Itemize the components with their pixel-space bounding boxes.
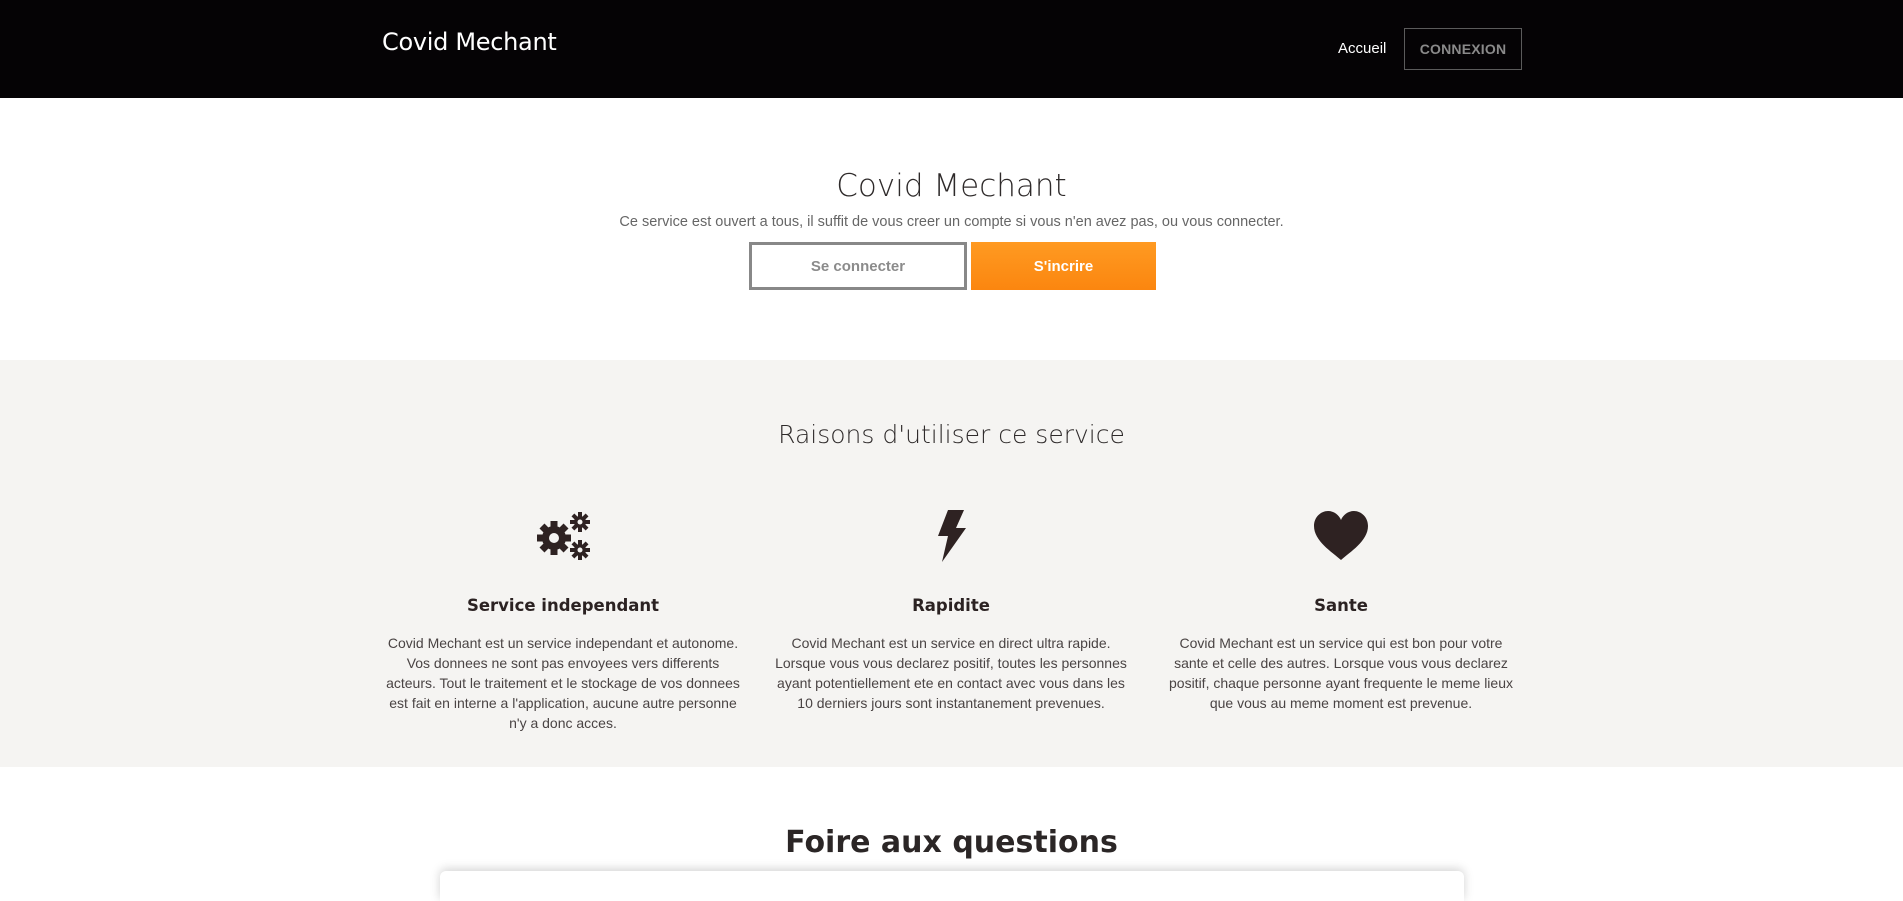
- brand-logo-text[interactable]: Covid Mechant: [382, 28, 557, 56]
- faq-panel: [440, 871, 1464, 901]
- feature-text-sante: Covid Mechant est un service qui est bon…: [1169, 635, 1513, 711]
- feature-title-sante: Sante: [1314, 596, 1368, 615]
- feature-text-independant: Covid Mechant est un service independant…: [386, 635, 740, 731]
- se-connecter-button[interactable]: Se connecter: [749, 242, 967, 290]
- connexion-button[interactable]: CONNEXION: [1404, 28, 1522, 70]
- hero-subtitle: Ce service est ouvert a tous, il suffit …: [619, 214, 1284, 230]
- features-title: Raisons d'utiliser ce service: [778, 420, 1125, 449]
- faq-section: Foire aux questions: [0, 767, 1903, 901]
- features-section: Raisons d'utiliser ce service Service in…: [0, 360, 1903, 767]
- hero-title: Covid Mechant: [836, 168, 1067, 204]
- faq-title: Foire aux questions: [785, 825, 1118, 860]
- feature-title-independant: Service independant: [466, 596, 660, 615]
- heart-icon: [1160, 508, 1522, 568]
- top-navbar: Covid Mechant Accueil CONNEXION: [0, 0, 1903, 98]
- nav-link-accueil[interactable]: Accueil: [1338, 40, 1386, 57]
- gears-icon: [382, 508, 744, 568]
- sinscrire-button[interactable]: S'incrire: [971, 242, 1156, 290]
- feature-card-independant: Service independant Covid Mechant est un…: [382, 508, 744, 733]
- feature-title-rapidite: Rapidite: [912, 596, 990, 615]
- feature-card-sante: Sante Covid Mechant est un service qui e…: [1160, 508, 1522, 713]
- feature-text-rapidite: Covid Mechant est un service en direct u…: [775, 635, 1127, 711]
- hero-section: Covid Mechant Ce service est ouvert a to…: [0, 98, 1903, 360]
- feature-card-rapidite: Rapidite Covid Mechant est un service en…: [770, 508, 1132, 713]
- lightning-bolt-icon: [770, 508, 1132, 568]
